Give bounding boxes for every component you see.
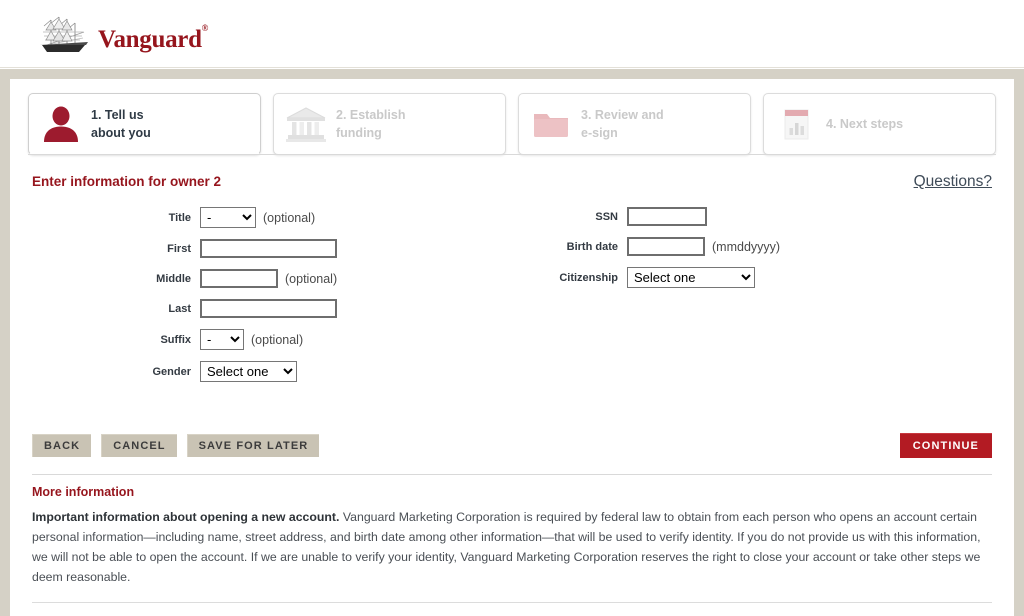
- tabs-divider: [28, 154, 996, 155]
- middle-name-input[interactable]: [200, 269, 278, 288]
- field-row-birth-date: Birth date (mmddyyyy): [512, 237, 996, 256]
- owner-information-form: Title - (optional) First Middle (optiona: [28, 193, 996, 393]
- field-row-middle: Middle (optional): [28, 269, 512, 288]
- secondary-actions: BACK CANCEL SAVE FOR LATER: [32, 434, 320, 457]
- gender-select[interactable]: Select one: [200, 361, 297, 382]
- step-tab-label: 2. Establish funding: [336, 107, 406, 140]
- field-label-middle: Middle: [156, 272, 191, 285]
- disclosure-lead: Important information about opening a ne…: [32, 510, 340, 524]
- more-information-divider: [32, 474, 992, 475]
- first-name-input[interactable]: [200, 239, 337, 258]
- suffix-select[interactable]: -: [200, 329, 244, 350]
- disclosure-text: Important information about opening a ne…: [32, 508, 984, 588]
- birth-date-input[interactable]: [627, 237, 705, 256]
- field-row-gender: Gender Select one: [28, 361, 512, 382]
- field-hint-title: (optional): [263, 210, 316, 225]
- last-name-input[interactable]: [200, 299, 337, 318]
- field-row-suffix: Suffix - (optional): [28, 329, 512, 350]
- title-select[interactable]: -: [200, 207, 256, 228]
- field-row-ssn: SSN: [512, 207, 996, 226]
- vanguard-wordmark: Vanguard®: [98, 23, 209, 53]
- form-actions: BACK CANCEL SAVE FOR LATER CONTINUE: [28, 393, 996, 474]
- step-tab-review-and-esign[interactable]: 3. Review and e-sign: [518, 93, 751, 155]
- field-label-title: Title: [168, 211, 191, 224]
- form-header: Enter information for owner 2 Questions?: [28, 155, 996, 193]
- ssn-input[interactable]: [627, 207, 707, 226]
- step-tab-label: 3. Review and e-sign: [581, 107, 664, 140]
- bank-building-icon: [286, 107, 326, 142]
- more-information-section: More information Important information a…: [28, 474, 996, 603]
- field-hint-suffix: (optional): [251, 332, 304, 347]
- field-row-last: Last: [28, 299, 512, 318]
- step-tab-tell-us-about-you[interactable]: 1. Tell us about you: [28, 93, 261, 155]
- field-row-first: First: [28, 239, 512, 258]
- back-button[interactable]: BACK: [32, 434, 92, 457]
- footer-divider: [32, 601, 992, 603]
- field-row-citizenship: Citizenship Select one: [512, 267, 996, 288]
- masthead: Vanguard®: [0, 0, 1024, 68]
- more-information-heading: More information: [32, 485, 135, 499]
- page-title: Enter information for owner 2: [32, 174, 222, 189]
- field-label-suffix: Suffix: [160, 333, 191, 346]
- sailing-ship-icon: [40, 16, 88, 52]
- step-tab-next-steps[interactable]: 4. Next steps: [763, 93, 996, 155]
- content-sheet: 1. Tell us about you 2. Establish fundin…: [10, 79, 1014, 616]
- field-label-last: Last: [168, 302, 191, 315]
- field-label-first: First: [167, 242, 191, 255]
- cancel-button[interactable]: CANCEL: [101, 434, 177, 457]
- field-label-ssn: SSN: [595, 210, 618, 223]
- content-frame: 1. Tell us about you 2. Establish fundin…: [0, 69, 1024, 616]
- page-root: Vanguard® 1. Tell us about you 2. Establ…: [0, 0, 1024, 616]
- field-row-title: Title - (optional): [28, 207, 512, 228]
- field-label-citizenship: Citizenship: [559, 271, 618, 284]
- form-column-right: SSN Birth date (mmddyyyy) Citizenship Se…: [512, 207, 996, 393]
- field-label-gender: Gender: [152, 365, 191, 378]
- bar-chart-document-icon: [784, 109, 809, 140]
- continue-button[interactable]: CONTINUE: [899, 433, 992, 458]
- questions-link[interactable]: Questions?: [914, 173, 992, 191]
- step-tab-label: 1. Tell us about you: [91, 107, 151, 140]
- progress-steps: 1. Tell us about you 2. Establish fundin…: [28, 93, 996, 155]
- field-label-birth-date: Birth date: [566, 240, 618, 253]
- field-hint-birth-date: (mmddyyyy): [712, 239, 781, 254]
- vanguard-logo[interactable]: Vanguard®: [38, 12, 208, 56]
- step-tab-establish-funding[interactable]: 2. Establish funding: [273, 93, 506, 155]
- folder-icon: [534, 114, 568, 137]
- field-hint-middle: (optional): [285, 271, 338, 286]
- citizenship-select[interactable]: Select one: [627, 267, 755, 288]
- save-for-later-button[interactable]: SAVE FOR LATER: [186, 434, 320, 457]
- person-silhouette-icon: [44, 106, 78, 142]
- form-column-left: Title - (optional) First Middle (optiona: [28, 207, 512, 393]
- step-tab-label: 4. Next steps: [826, 116, 904, 131]
